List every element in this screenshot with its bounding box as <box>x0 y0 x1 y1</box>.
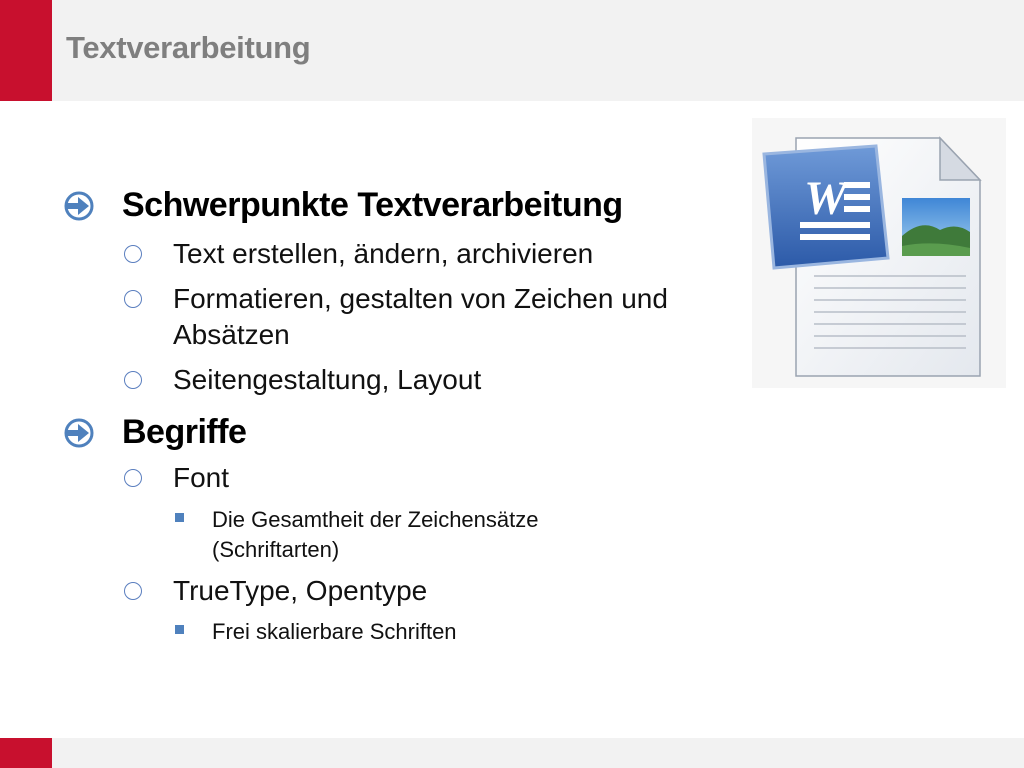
bullet-label-line2: Absätzen <box>173 319 290 350</box>
bullet-label: Seitengestaltung, Layout <box>173 364 482 395</box>
bullet-label: TrueType, Opentype <box>173 575 428 606</box>
arrow-circle-right-icon <box>62 416 96 450</box>
hollow-circle-icon <box>124 469 142 487</box>
bullet-label-line2: (Schriftarten) <box>212 537 340 562</box>
bullet-label: Begriffe <box>122 413 247 451</box>
square-icon <box>175 625 184 634</box>
footer-accent <box>0 738 52 768</box>
bullet-label-line1: Die Gesamtheit der Zeichensätze <box>212 507 539 532</box>
bullet-begriffe: Begriffe <box>62 413 247 452</box>
bullet-label: Schwerpunkte Textverarbeitung <box>122 186 623 224</box>
square-icon <box>175 513 184 522</box>
bullet-label: Font <box>173 462 230 493</box>
hollow-circle-icon <box>124 371 142 389</box>
footer-bar <box>0 738 1024 768</box>
bullet-label: Frei skalierbare Schriften <box>212 619 457 644</box>
bullet-schwerpunkte: Schwerpunkte Textverarbeitung <box>62 186 623 225</box>
word-document-icon: W <box>752 118 1006 388</box>
word-logo-letter: W <box>804 172 850 225</box>
hollow-circle-icon <box>124 582 142 600</box>
bullet-label-line1: Formatieren, gestalten von Zeichen und <box>173 283 668 314</box>
bullet-label: Text erstellen, ändern, archivieren <box>173 238 594 269</box>
hollow-circle-icon <box>124 245 142 263</box>
arrow-circle-right-icon <box>62 189 96 223</box>
hollow-circle-icon <box>124 290 142 308</box>
